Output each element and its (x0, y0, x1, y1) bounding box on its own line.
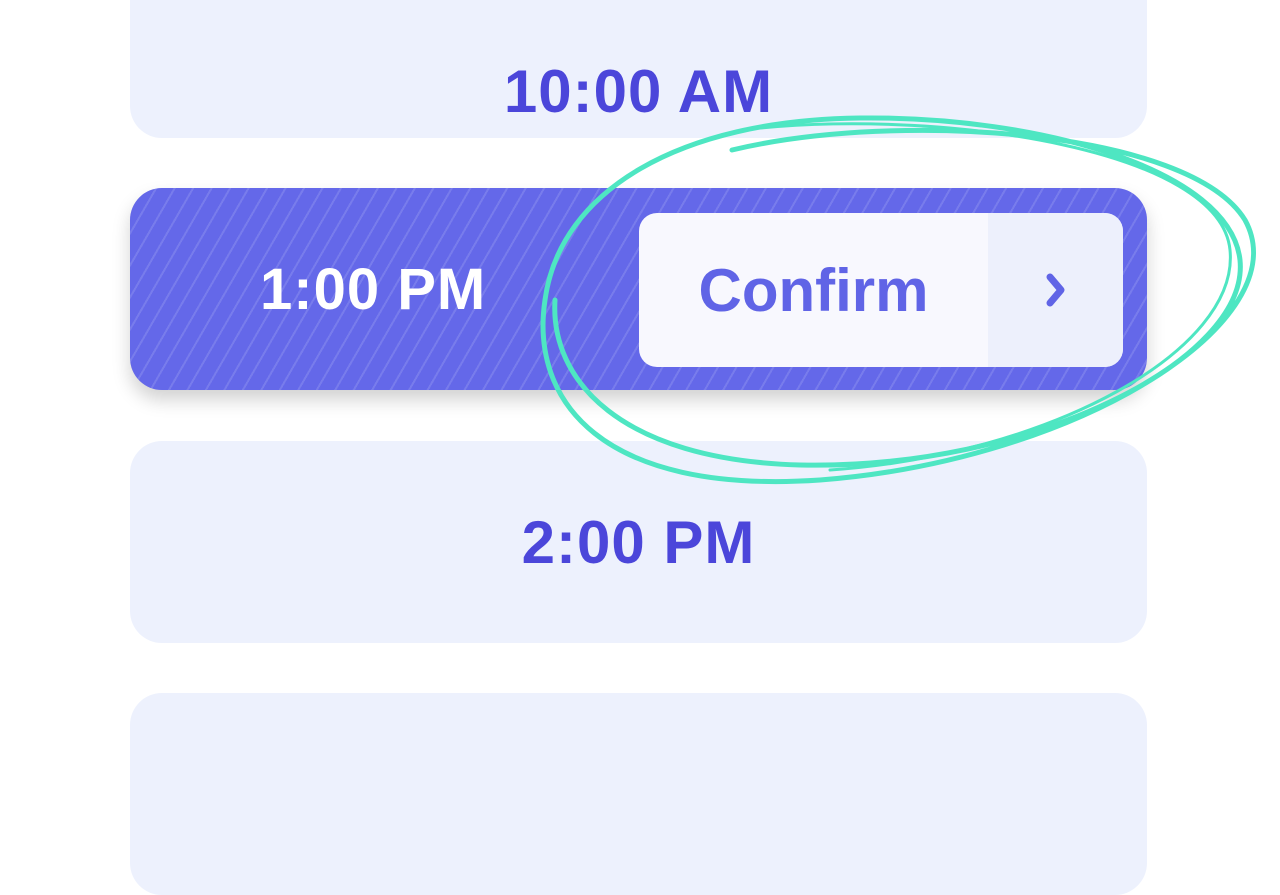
confirm-button[interactable]: Confirm (639, 213, 1123, 367)
time-slot-label: 2:00 PM (521, 508, 756, 576)
time-slot-1pm-selected[interactable]: 1:00 PM Confirm (130, 188, 1147, 390)
time-slot-2pm[interactable]: 2:00 PM (130, 441, 1147, 643)
time-slot-label: 1:00 PM (260, 256, 487, 322)
time-slot-next[interactable] (130, 693, 1147, 895)
confirm-label: Confirm (698, 256, 929, 324)
time-slot-label: 10:00 AM (503, 57, 774, 125)
chevron-right-icon (988, 213, 1123, 367)
time-slot-10am[interactable]: 10:00 AM (130, 0, 1147, 138)
